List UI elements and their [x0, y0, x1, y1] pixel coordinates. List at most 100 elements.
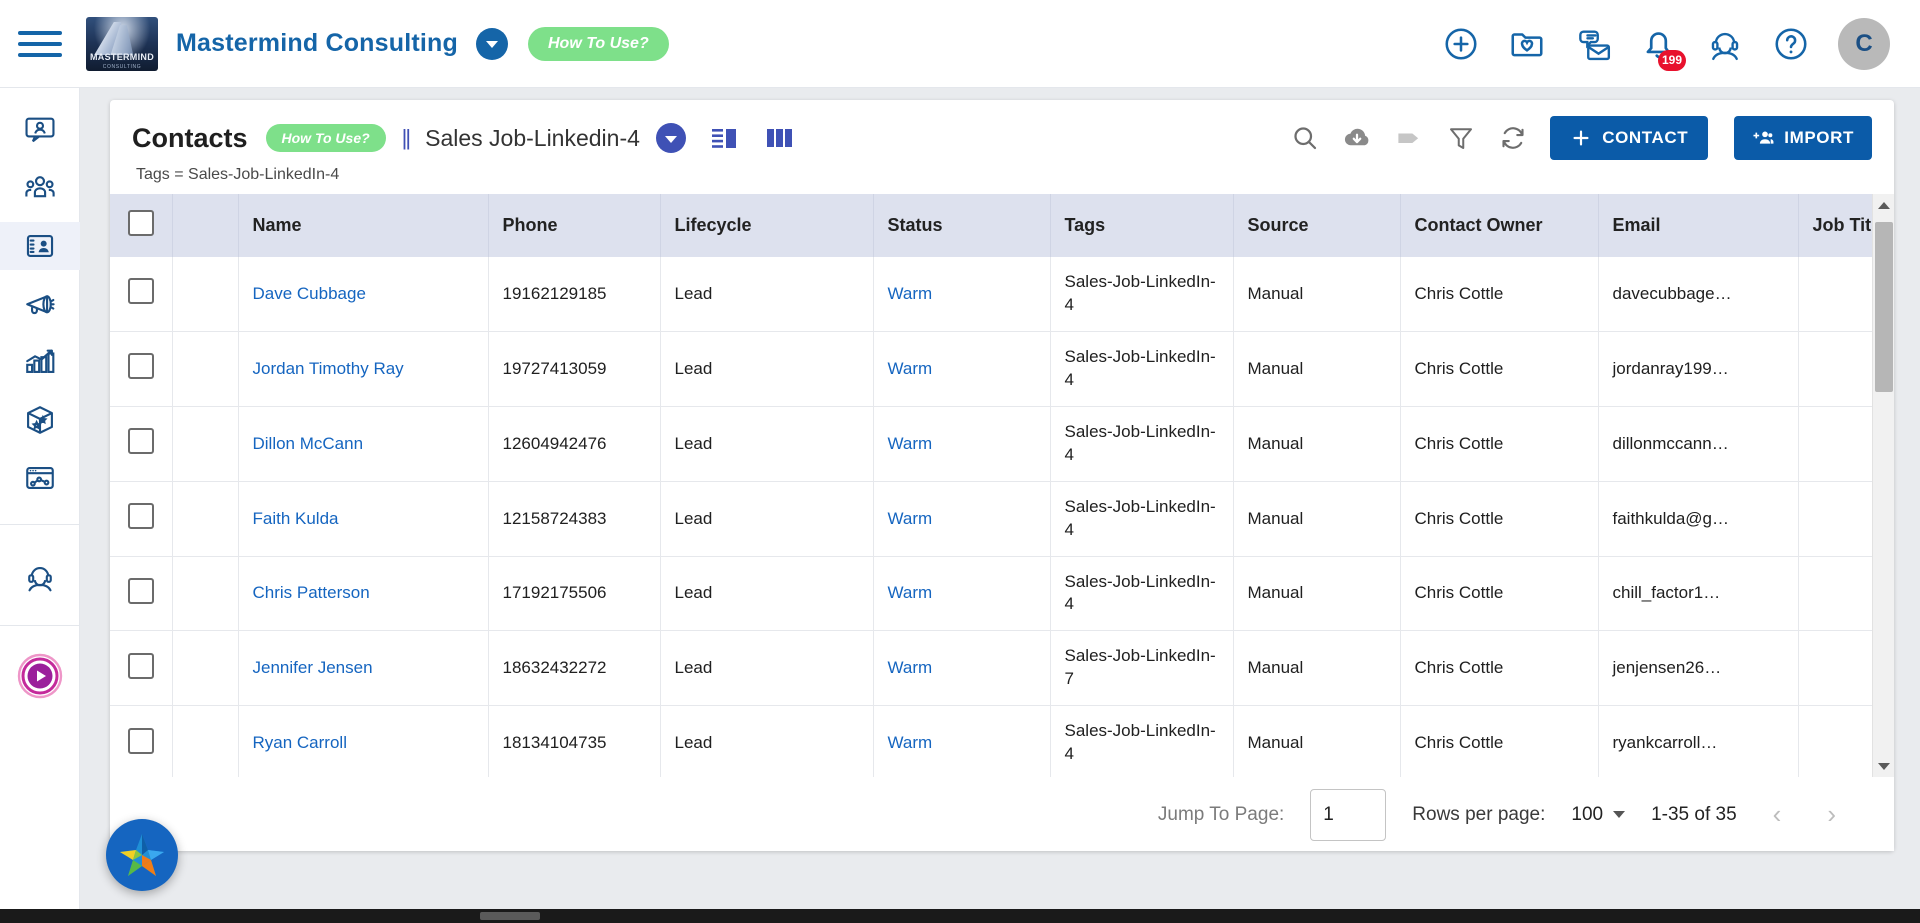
sidebar-item-tutorials[interactable] — [16, 652, 64, 700]
list-view-icon[interactable] — [711, 126, 740, 150]
sidebar-item-support[interactable] — [0, 553, 80, 601]
status-link[interactable]: Warm — [888, 284, 933, 303]
sidebar-item-contacts[interactable] — [0, 222, 80, 270]
table-header-phone[interactable]: Phone — [488, 194, 661, 257]
cell-status[interactable]: Warm — [873, 406, 1051, 482]
cell-name[interactable]: Chris Patterson — [238, 556, 489, 632]
rows-per-page-select[interactable]: 100 — [1571, 804, 1626, 826]
filter-funnel-icon[interactable] — [1446, 123, 1476, 153]
row-checkbox[interactable] — [127, 727, 154, 754]
status-link[interactable]: Warm — [888, 658, 933, 677]
status-link[interactable]: Warm — [888, 434, 933, 453]
contact-name-link[interactable]: Jordan Timothy Ray — [253, 359, 404, 378]
cell-contact-owner: Chris Cottle — [1400, 556, 1599, 632]
contact-name-link[interactable]: Dave Cubbage — [253, 284, 366, 303]
sidebar-item-analytics[interactable] — [0, 454, 80, 502]
hamburger-menu-icon[interactable] — [18, 28, 62, 60]
select-all-checkbox[interactable] — [127, 210, 154, 236]
user-avatar[interactable]: C — [1838, 17, 1890, 70]
top-bar-actions: 199 C — [1442, 17, 1920, 71]
table-header-contact-owner[interactable]: Contact Owner — [1400, 194, 1599, 257]
table-header-email[interactable]: Email — [1598, 194, 1799, 257]
contact-name-link[interactable]: Dillon McCann — [253, 434, 364, 453]
add-circle-icon[interactable] — [1442, 25, 1480, 63]
cell-name[interactable]: Dillon McCann — [238, 406, 489, 482]
sidebar-item-audience[interactable] — [0, 164, 80, 212]
help-circle-icon[interactable] — [1772, 25, 1810, 63]
table-vertical-scrollbar[interactable] — [1872, 194, 1894, 777]
row-spacer-cell — [172, 257, 239, 332]
table-header-tags[interactable]: Tags — [1050, 194, 1234, 257]
status-link[interactable]: Warm — [888, 359, 933, 378]
cell-status[interactable]: Warm — [873, 481, 1051, 557]
contact-name-link[interactable]: Jennifer Jensen — [253, 658, 373, 677]
plus-icon — [1573, 130, 1589, 146]
status-link[interactable]: Warm — [888, 509, 933, 528]
cell-status[interactable]: Warm — [873, 331, 1051, 407]
refresh-icon[interactable] — [1498, 123, 1528, 153]
table-row[interactable]: Ryan Carroll 18134104735 Lead Warm Sales-Job… — [110, 705, 1894, 777]
cell-name[interactable]: Jordan Timothy Ray — [238, 331, 489, 407]
table-row[interactable]: Faith Kulda 12158724383 Lead Warm Sales-Job-… — [110, 481, 1894, 557]
scrollbar-thumb[interactable] — [1875, 222, 1893, 392]
message-envelope-icon[interactable] — [1574, 25, 1612, 63]
sidebar-item-campaigns[interactable] — [0, 280, 80, 328]
row-checkbox[interactable] — [127, 428, 154, 455]
cell-email: jenjensen26… — [1598, 630, 1799, 707]
brand-dropdown-chevron-down-icon[interactable] — [475, 27, 508, 60]
status-link[interactable]: Warm — [888, 733, 933, 752]
scroll-up-arrow-icon[interactable] — [1873, 194, 1894, 216]
folder-favorite-icon[interactable] — [1508, 25, 1546, 63]
row-checkbox[interactable] — [127, 652, 154, 679]
import-contacts-button[interactable]: IMPORT — [1734, 116, 1872, 160]
scroll-down-arrow-icon[interactable] — [1873, 755, 1894, 777]
how-to-use-button[interactable]: How To Use? — [527, 26, 669, 61]
row-select-cell — [110, 556, 173, 632]
status-link[interactable]: Warm — [888, 583, 933, 602]
row-checkbox[interactable] — [127, 278, 154, 305]
cell-status[interactable]: Warm — [873, 556, 1051, 632]
support-headset-icon[interactable] — [1706, 25, 1744, 63]
table-header-lifecycle[interactable]: Lifecycle — [660, 194, 874, 257]
contact-name-link[interactable]: Chris Patterson — [253, 583, 370, 602]
sidebar-item-conversations[interactable] — [0, 106, 80, 154]
table-row[interactable]: Dillon McCann 12604942476 Lead Warm Sales-Jo… — [110, 406, 1894, 482]
pagination-range: 1-35 of 35 — [1651, 803, 1737, 825]
table-header-source[interactable]: Source — [1233, 194, 1401, 257]
cell-name[interactable]: Ryan Carroll — [238, 705, 489, 777]
cell-status[interactable]: Warm — [873, 630, 1051, 707]
table-row[interactable]: Jordan Timothy Ray 19727413059 Lead Warm Sal… — [110, 331, 1894, 407]
cell-name[interactable]: Faith Kulda — [238, 481, 489, 557]
table-row[interactable]: Jennifer Jensen 18632432272 Lead Warm Sales-… — [110, 630, 1894, 707]
page-how-to-use-button[interactable]: How To Use? — [265, 124, 386, 152]
contact-name-link[interactable]: Faith Kulda — [253, 509, 339, 528]
cell-phone: 19727413059 — [488, 331, 661, 407]
cell-lifecycle: Lead — [660, 481, 874, 557]
row-checkbox[interactable] — [127, 353, 154, 380]
kanban-view-icon[interactable] — [766, 126, 794, 150]
table-header-status[interactable]: Status — [873, 194, 1051, 257]
contact-name-link[interactable]: Ryan Carroll — [253, 733, 347, 752]
table-row[interactable]: Dave Cubbage 19162129185 Lead Warm Sales-Job… — [110, 257, 1894, 332]
cell-status[interactable]: Warm — [873, 257, 1051, 332]
cloud-download-icon[interactable] — [1342, 123, 1372, 153]
next-page-button[interactable]: › — [1817, 799, 1846, 830]
tag-icon[interactable] — [1394, 123, 1424, 153]
row-checkbox[interactable] — [127, 503, 154, 530]
table-row[interactable]: Chris Patterson 17192175506 Lead Warm Sales-… — [110, 556, 1894, 632]
search-icon[interactable] — [1290, 123, 1320, 153]
table-header-name[interactable]: Name — [238, 194, 489, 257]
cell-name[interactable]: Jennifer Jensen — [238, 630, 489, 707]
jump-to-page-input[interactable] — [1310, 788, 1387, 841]
notification-bell-icon[interactable]: 199 — [1640, 25, 1686, 71]
sidebar-item-products[interactable] — [0, 396, 80, 444]
add-contact-button[interactable]: CONTACT — [1550, 116, 1709, 160]
sidebar-item-reports[interactable] — [0, 338, 80, 386]
previous-page-button[interactable]: ‹ — [1763, 799, 1792, 830]
row-checkbox[interactable] — [127, 577, 154, 604]
cell-status[interactable]: Warm — [873, 705, 1051, 777]
segment-name: Sales Job-Linkedin-4 — [425, 124, 640, 151]
cell-name[interactable]: Dave Cubbage — [238, 257, 489, 332]
segment-chevron-down-icon[interactable] — [655, 123, 686, 153]
star-assistant-fab[interactable] — [106, 819, 178, 891]
